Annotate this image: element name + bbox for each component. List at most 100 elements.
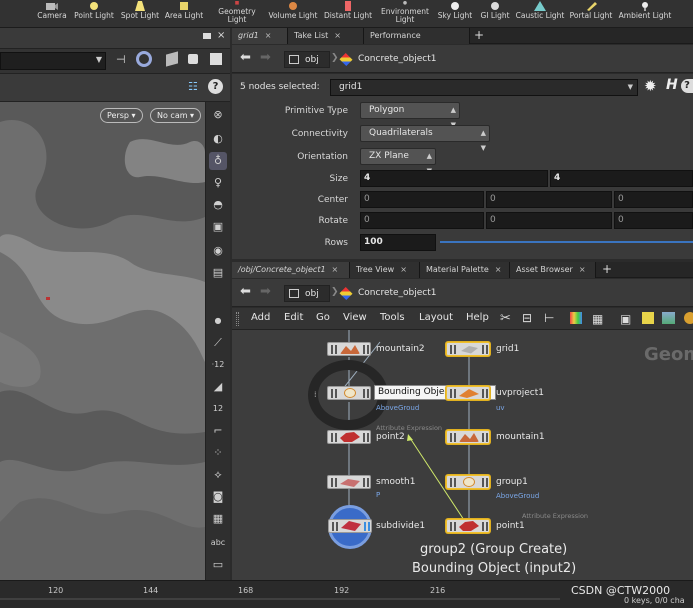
- eye-icon[interactable]: ◉: [209, 242, 227, 260]
- number-paint-icon[interactable]: 12: [209, 400, 227, 418]
- snapshot-icon[interactable]: ▤: [209, 264, 227, 282]
- node-mountain1[interactable]: [446, 430, 490, 444]
- menu-add[interactable]: Add: [251, 312, 270, 323]
- tab-tree-view[interactable]: Tree View ×: [350, 262, 420, 278]
- close-tool-icon[interactable]: ⊗: [209, 106, 227, 124]
- node-group1[interactable]: [446, 475, 490, 489]
- menu-layout[interactable]: Layout: [419, 312, 453, 323]
- shelf-portal-light[interactable]: Portal Light: [568, 0, 614, 28]
- close-icon[interactable]: ×: [334, 31, 341, 40]
- forward-arrow-icon[interactable]: ➡: [260, 284, 271, 299]
- menu-tools[interactable]: Tools: [380, 312, 405, 323]
- tab-performance-monitor[interactable]: Performance Monitor×: [364, 28, 470, 56]
- grid-view-icon[interactable]: ▦: [592, 312, 603, 326]
- close-icon[interactable]: ×: [495, 265, 502, 274]
- number-icon[interactable]: ·12: [209, 356, 227, 374]
- light-bulb-icon[interactable]: ♁: [209, 152, 227, 170]
- center-z-field[interactable]: 0: [614, 191, 693, 208]
- add-tab-button[interactable]: +: [474, 28, 484, 43]
- shelf-caustic-light[interactable]: Caustic Light: [514, 0, 566, 28]
- shelf-camera[interactable]: Camera: [36, 0, 68, 28]
- breadcrumb-object[interactable]: Concrete_object1: [339, 51, 480, 68]
- network-editor[interactable]: Geom ⁞ mountain2 Bounding Object (input2…: [232, 330, 693, 580]
- node-subdivide1[interactable]: [328, 519, 372, 533]
- shelf-ambient-light[interactable]: Ambient Light: [618, 0, 672, 28]
- breadcrumb-obj[interactable]: obj: [284, 51, 330, 68]
- shelf-spot-light[interactable]: Spot Light: [120, 0, 160, 28]
- vector-icon[interactable]: ⟡: [209, 466, 227, 484]
- pin-icon[interactable]: ⊣: [116, 53, 126, 66]
- target-icon[interactable]: [136, 51, 152, 67]
- rotate-x-field[interactable]: 0: [360, 212, 484, 229]
- image-icon[interactable]: [662, 312, 675, 324]
- size-x-field[interactable]: 4: [360, 170, 548, 187]
- point-icon[interactable]: ●: [209, 312, 227, 330]
- close-icon[interactable]: ×: [400, 265, 407, 274]
- add-tab-button[interactable]: +: [602, 262, 612, 277]
- light-target-icon[interactable]: ◓: [209, 196, 227, 214]
- tab-grid1[interactable]: grid1 ×: [232, 28, 288, 44]
- node-group2[interactable]: [327, 386, 371, 400]
- shelf-sky-light[interactable]: Sky Light: [436, 0, 474, 28]
- connectivity-menu[interactable]: Quadrilaterals ▲ ▼: [360, 125, 490, 152]
- pane-menu-icon[interactable]: [203, 33, 211, 39]
- tree-icon[interactable]: ⊢: [544, 311, 554, 325]
- node-smooth1[interactable]: [327, 475, 371, 489]
- camera-tool-icon[interactable]: ▣: [209, 218, 227, 236]
- tab-asset-browser[interactable]: Asset Browser ×: [510, 262, 596, 278]
- tab-material-palette[interactable]: Material Palette ×: [420, 262, 510, 278]
- square-icon[interactable]: [210, 53, 222, 65]
- rows-field[interactable]: 100: [360, 234, 436, 251]
- grid-icon[interactable]: ▦: [209, 510, 227, 528]
- palette-icon[interactable]: [684, 312, 693, 324]
- selected-node-field[interactable]: grid1 ▼: [330, 79, 638, 96]
- network-box-icon[interactable]: ▣: [620, 312, 631, 326]
- node-mountain2[interactable]: [327, 342, 371, 356]
- bulb-icon[interactable]: ♀: [209, 174, 227, 192]
- scatter-icon[interactable]: ⁘: [209, 444, 227, 462]
- primitive-type-menu[interactable]: Polygon▲▼: [360, 102, 460, 129]
- align-icon[interactable]: ⊟: [522, 311, 532, 325]
- shelf-distant-light[interactable]: Distant Light: [322, 0, 374, 28]
- rotate-y-field[interactable]: 0: [486, 212, 612, 229]
- center-y-field[interactable]: 0: [486, 191, 612, 208]
- node-point2[interactable]: [327, 430, 371, 444]
- rows-slider[interactable]: [440, 241, 693, 243]
- brush-icon[interactable]: ⟋: [209, 334, 227, 352]
- paint-icon[interactable]: ◢: [209, 378, 227, 396]
- display-options-icon[interactable]: ▭: [209, 556, 227, 574]
- shelf-gi-light[interactable]: GI Light: [476, 0, 514, 28]
- close-icon[interactable]: ×: [332, 265, 339, 274]
- persp-menu[interactable]: Persp ▾: [100, 108, 143, 123]
- lighting-icon[interactable]: ◐: [209, 130, 227, 148]
- help-icon[interactable]: ?: [681, 79, 693, 93]
- orientation-menu[interactable]: ZX Plane▲▼: [360, 148, 436, 175]
- center-x-field[interactable]: 0: [360, 191, 484, 208]
- close-icon[interactable]: ×: [579, 265, 586, 274]
- help-icon[interactable]: ?: [208, 79, 223, 94]
- stop-icon[interactable]: ◙: [209, 488, 227, 506]
- shelf-geometry-light[interactable]: Geometry Light: [212, 0, 262, 28]
- tab-take-list[interactable]: Take List ×: [288, 28, 364, 44]
- corner-icon[interactable]: ⌐: [209, 422, 227, 440]
- camera-menu[interactable]: No cam ▾: [150, 108, 202, 123]
- scene-viewport[interactable]: Persp ▾ No cam ▾: [0, 102, 205, 580]
- pane-close-icon[interactable]: ×: [217, 30, 225, 41]
- forward-arrow-icon[interactable]: ➡: [260, 50, 271, 65]
- close-icon[interactable]: ×: [265, 31, 272, 40]
- breadcrumb-object[interactable]: Concrete_object1: [339, 285, 480, 302]
- shelf-area-light[interactable]: Area Light: [164, 0, 204, 28]
- node-point1[interactable]: [446, 519, 490, 533]
- node-uvproject1[interactable]: [446, 386, 490, 400]
- timeline-bar[interactable]: 120 144 168 192 216 0 keys, 0/0 cha CSDN…: [0, 580, 693, 607]
- houdini-h-icon[interactable]: H: [666, 77, 678, 93]
- cube-icon[interactable]: [166, 51, 178, 67]
- viewport-path-field[interactable]: ▼: [0, 52, 106, 70]
- gear-icon[interactable]: ✹: [644, 77, 657, 95]
- menu-view[interactable]: View: [343, 312, 367, 323]
- shelf-point-light[interactable]: Point Light: [72, 0, 116, 28]
- shelf-volume-light[interactable]: Volume Light: [266, 0, 320, 28]
- wrench-icon[interactable]: ✂: [500, 311, 511, 326]
- hierarchy-icon[interactable]: ☷: [188, 80, 198, 93]
- menu-help[interactable]: Help: [466, 312, 489, 323]
